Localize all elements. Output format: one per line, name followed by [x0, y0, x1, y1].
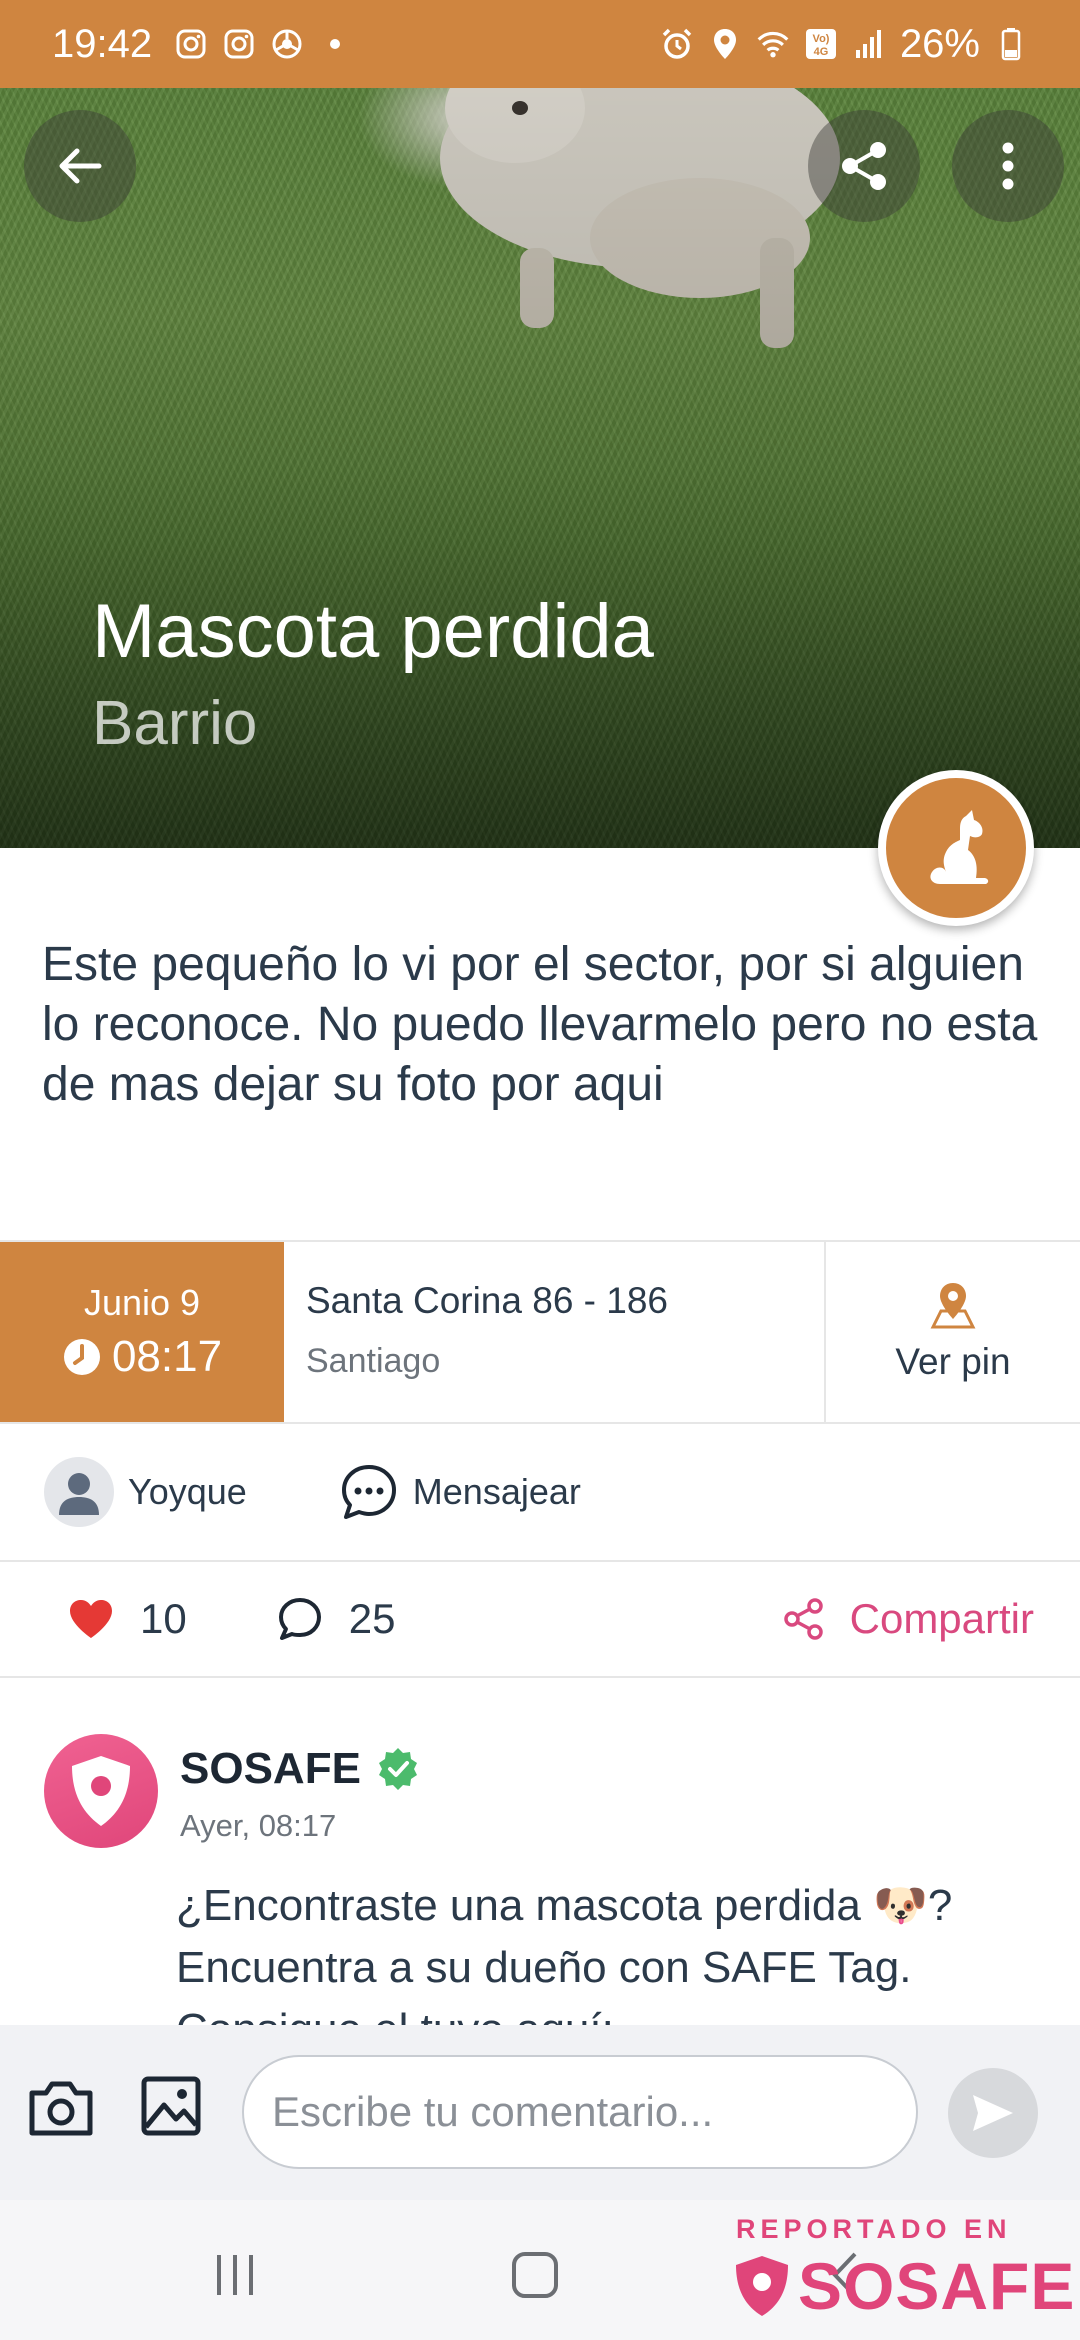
watermark-brand: SOSAFE: [732, 2248, 1075, 2324]
chrome-icon: [270, 27, 304, 61]
share-outline-icon: [783, 1598, 823, 1640]
clock-icon: [63, 1339, 100, 1375]
home-icon: [512, 2252, 558, 2298]
comment-author-avatar[interactable]: [44, 1734, 158, 1848]
camera-icon: [29, 2081, 93, 2136]
address-street: Santa Corina 86 - 186: [306, 1280, 669, 1321]
send-button[interactable]: [948, 2068, 1038, 2158]
back-button[interactable]: [24, 110, 136, 222]
dog-icon: [930, 810, 989, 884]
view-pin-label: Ver pin: [895, 1341, 1011, 1382]
back-arrow-icon: [59, 148, 102, 184]
author-name[interactable]: Yoyque: [128, 1471, 247, 1513]
post-description: Este pequeño lo vi por el sector, por si…: [42, 938, 1038, 1111]
comment-author-name[interactable]: SOSAFE: [180, 1744, 361, 1794]
post-time: 08:17: [111, 1332, 223, 1381]
map-pin-icon: [930, 1283, 976, 1329]
share-top-button[interactable]: [808, 110, 920, 222]
share-button[interactable]: Compartir: [782, 1595, 1034, 1643]
svg-text:Vo): Vo): [812, 33, 829, 45]
location-icon: [708, 27, 742, 61]
recent-apps-button[interactable]: [200, 2240, 270, 2310]
verified-badge-icon: [378, 1748, 417, 1790]
battery-icon: [994, 27, 1028, 61]
pet-photo[interactable]: Mascota perdida Barrio: [0, 88, 1080, 848]
time-line: 08:17: [62, 1332, 222, 1382]
post-category-title: Mascota perdida: [92, 589, 654, 674]
message-button[interactable]: Mensajear: [339, 1462, 581, 1522]
heart-icon[interactable]: [68, 1598, 114, 1640]
svg-text:4G: 4G: [814, 46, 829, 58]
wifi-icon: [756, 27, 790, 61]
gallery-button[interactable]: [140, 2075, 202, 2137]
dot-icon: [318, 27, 352, 61]
status-time: 19:42: [52, 21, 153, 66]
author-avatar[interactable]: [44, 1457, 114, 1527]
sosafe-shield-icon: [72, 1756, 130, 1826]
message-label: Mensajear: [412, 1471, 581, 1512]
address-city: Santiago: [306, 1342, 441, 1380]
alarm-icon: [660, 27, 694, 61]
watermark-caption: REPORTADO EN: [736, 2214, 1012, 2244]
comment-author-line: SOSAFE: [180, 1744, 421, 1794]
chat-bubble-icon: [341, 1465, 396, 1519]
home-button[interactable]: [500, 2240, 570, 2310]
sosafe-logo-icon: [736, 2256, 788, 2316]
post-date: Junio 9: [83, 1282, 201, 1323]
comment-icon: [278, 1598, 321, 1640]
send-icon: [973, 2095, 1013, 2131]
watermark-brand-text: SOSAFE: [798, 2249, 1076, 2323]
address-box: Santa Corina 86 - 186 Santiago: [284, 1242, 826, 1422]
post-scope-subtitle: Barrio: [92, 689, 258, 758]
instagram-icon: [222, 27, 256, 61]
system-status: Vo) 4G 26%: [660, 22, 1028, 67]
volte-icon: Vo) 4G: [804, 27, 838, 61]
likes-count: 10: [140, 1595, 187, 1642]
status-bar: 19:42 Vo) 4G 26%: [0, 0, 1080, 88]
sosafe-watermark: REPORTADO EN SOSAFE: [728, 2200, 1078, 2340]
comment-timestamp: Ayer, 08:17: [180, 1808, 337, 1843]
post-info-row: Junio 9 08:17 Santa Corina 86 - 186 Sant…: [0, 1240, 1080, 1424]
comment-body: ¿Encontraste una mascota perdida 🐶? Encu…: [176, 1881, 953, 2025]
date-box: Junio 9 08:17: [0, 1242, 284, 1422]
view-pin-button[interactable]: Ver pin: [826, 1242, 1080, 1422]
comments-count: 25: [348, 1595, 396, 1642]
share-label: Compartir: [849, 1595, 1034, 1642]
pet-category-badge: [878, 770, 1034, 926]
notification-icons: [174, 27, 352, 61]
image-icon: [141, 2076, 201, 2136]
stats-row: 10 25 Compartir: [0, 1562, 1080, 1678]
recent-apps-icon: [217, 2255, 253, 2295]
more-vertical-icon: [1002, 142, 1014, 190]
instagram-icon: [174, 27, 208, 61]
author-row: Yoyque Mensajear: [0, 1424, 1080, 1562]
more-options-button[interactable]: [952, 110, 1064, 222]
comment-composer: [0, 2025, 1080, 2200]
comments-stat[interactable]: 25: [277, 1595, 396, 1643]
camera-button[interactable]: [26, 2077, 96, 2139]
user-icon: [59, 1473, 99, 1515]
signal-icon: [852, 27, 886, 61]
comment-input[interactable]: [242, 2055, 918, 2169]
share-icon: [842, 142, 886, 190]
battery-percent: 26%: [899, 21, 980, 66]
